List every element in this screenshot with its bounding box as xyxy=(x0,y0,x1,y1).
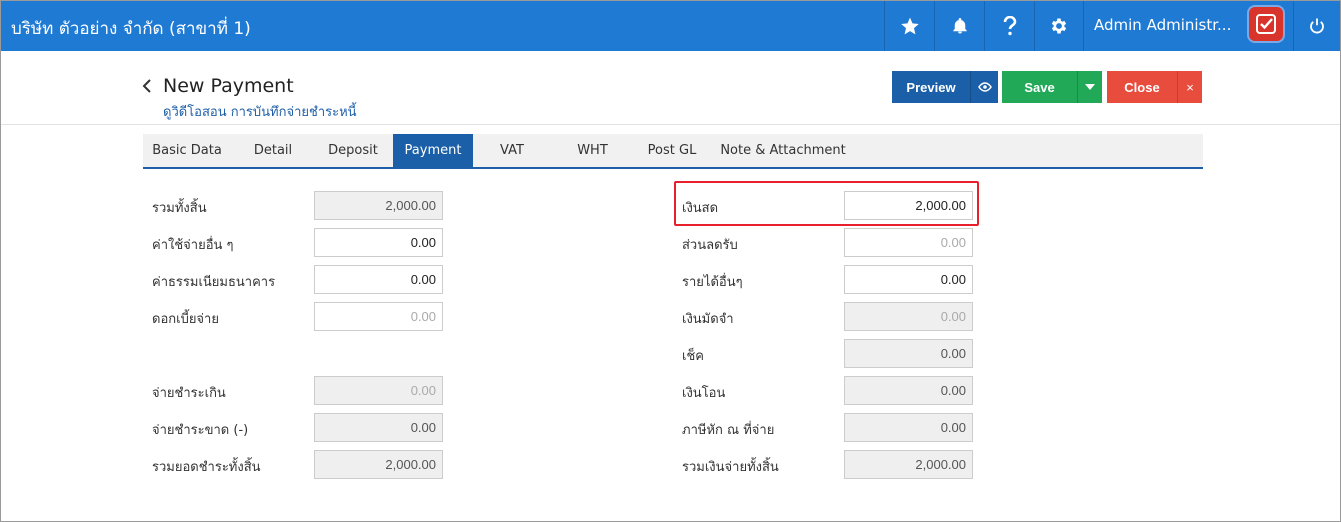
back-button[interactable] xyxy=(141,75,153,99)
withholding-tax-field: 0.00 xyxy=(844,413,973,442)
preview-button[interactable]: Preview xyxy=(892,71,970,103)
close-button[interactable]: Close xyxy=(1107,71,1177,103)
user-name: Admin Administr... xyxy=(1094,16,1232,34)
power-icon xyxy=(1310,18,1324,34)
company-name[interactable]: บริษัท ตัวอย่าง จำกัด (สาขาที่ 1) xyxy=(11,15,251,42)
tutorial-link[interactable]: ดูวิดีโอสอน การบันทึกจ่ายชำระหนี้ xyxy=(163,101,357,122)
close-x-button[interactable]: × xyxy=(1177,71,1202,103)
preview-eye-button[interactable] xyxy=(970,71,998,103)
deposit-field: 0.00 xyxy=(844,302,973,331)
notification-button[interactable] xyxy=(934,1,984,51)
overpaid-label: จ่ายชำระเกิน xyxy=(152,386,226,401)
save-dropdown-button[interactable] xyxy=(1077,71,1102,103)
star-icon xyxy=(900,17,919,35)
underpaid-field: 0.00 xyxy=(314,413,443,442)
transfer-field: 0.00 xyxy=(844,376,973,405)
cheque-field: 0.00 xyxy=(844,339,973,368)
bank-fee-input[interactable]: 0.00 xyxy=(314,265,443,294)
tab-note-attachment[interactable]: Note & Attachment xyxy=(720,134,845,167)
tab-bar: Basic Data Detail Deposit Payment VAT WH… xyxy=(143,134,1203,169)
caret-down-icon xyxy=(1085,84,1095,90)
other-expense-input[interactable]: 0.00 xyxy=(314,228,443,257)
tab-post-gl[interactable]: Post GL xyxy=(634,134,710,167)
total-paid-field: 2,000.00 xyxy=(844,450,973,479)
tab-vat[interactable]: VAT xyxy=(473,134,551,167)
top-bar: บริษัท ตัวอย่าง จำกัด (สาขาที่ 1) Admin … xyxy=(1,1,1340,51)
eye-icon xyxy=(977,82,992,92)
total-field: 2,000.00 xyxy=(314,191,443,220)
user-menu[interactable]: Admin Administr... xyxy=(1083,1,1293,51)
chevron-left-icon xyxy=(142,79,151,93)
logout-button[interactable] xyxy=(1293,1,1340,51)
underpaid-label: จ่ายชำระขาด (-) xyxy=(152,423,249,438)
tab-basic-data[interactable]: Basic Data xyxy=(143,134,231,167)
discount-received-input[interactable]: 0.00 xyxy=(844,228,973,257)
page-title: New Payment xyxy=(163,75,294,97)
tab-wht[interactable]: WHT xyxy=(555,134,630,167)
save-button[interactable]: Save xyxy=(1002,71,1077,103)
transfer-label: เงินโอน xyxy=(682,386,726,401)
favorite-button[interactable] xyxy=(884,1,934,51)
deposit-label: เงินมัดจำ xyxy=(682,312,734,327)
withholding-tax-label: ภาษีหัก ณ ที่จ่าย xyxy=(682,423,775,438)
check-badge-icon xyxy=(1256,14,1276,34)
tab-deposit[interactable]: Deposit xyxy=(315,134,391,167)
page-header: New Payment ดูวิดีโอสอน การบันทึกจ่ายชำร… xyxy=(1,51,1340,125)
other-income-input[interactable]: 0.00 xyxy=(844,265,973,294)
total-paid-label: รวมเงินจ่ายทั้งสิ้น xyxy=(682,460,779,475)
other-expense-label: ค่าใช้จ่ายอื่น ๆ xyxy=(152,238,234,253)
avatar xyxy=(1249,7,1283,41)
tab-detail[interactable]: Detail xyxy=(240,134,306,167)
gear-icon xyxy=(1051,18,1067,34)
cash-highlight-box xyxy=(674,181,979,226)
overpaid-field: 0.00 xyxy=(314,376,443,405)
help-icon xyxy=(1003,16,1016,36)
settings-button[interactable] xyxy=(1034,1,1083,51)
other-income-label: รายได้อื่นๆ xyxy=(682,275,743,290)
interest-paid-label: ดอกเบี้ยจ่าย xyxy=(152,312,219,327)
total-payment-field: 2,000.00 xyxy=(314,450,443,479)
discount-received-label: ส่วนลดรับ xyxy=(682,238,738,253)
total-label: รวมทั้งสิ้น xyxy=(152,201,207,216)
tab-payment[interactable]: Payment xyxy=(393,134,473,167)
interest-paid-input[interactable]: 0.00 xyxy=(314,302,443,331)
cheque-label: เช็ค xyxy=(682,349,704,364)
bank-fee-label: ค่าธรรมเนียมธนาคาร xyxy=(152,275,276,290)
total-payment-label: รวมยอดชำระทั้งสิ้น xyxy=(152,460,261,475)
bell-icon xyxy=(952,17,967,34)
help-button[interactable] xyxy=(984,1,1034,51)
